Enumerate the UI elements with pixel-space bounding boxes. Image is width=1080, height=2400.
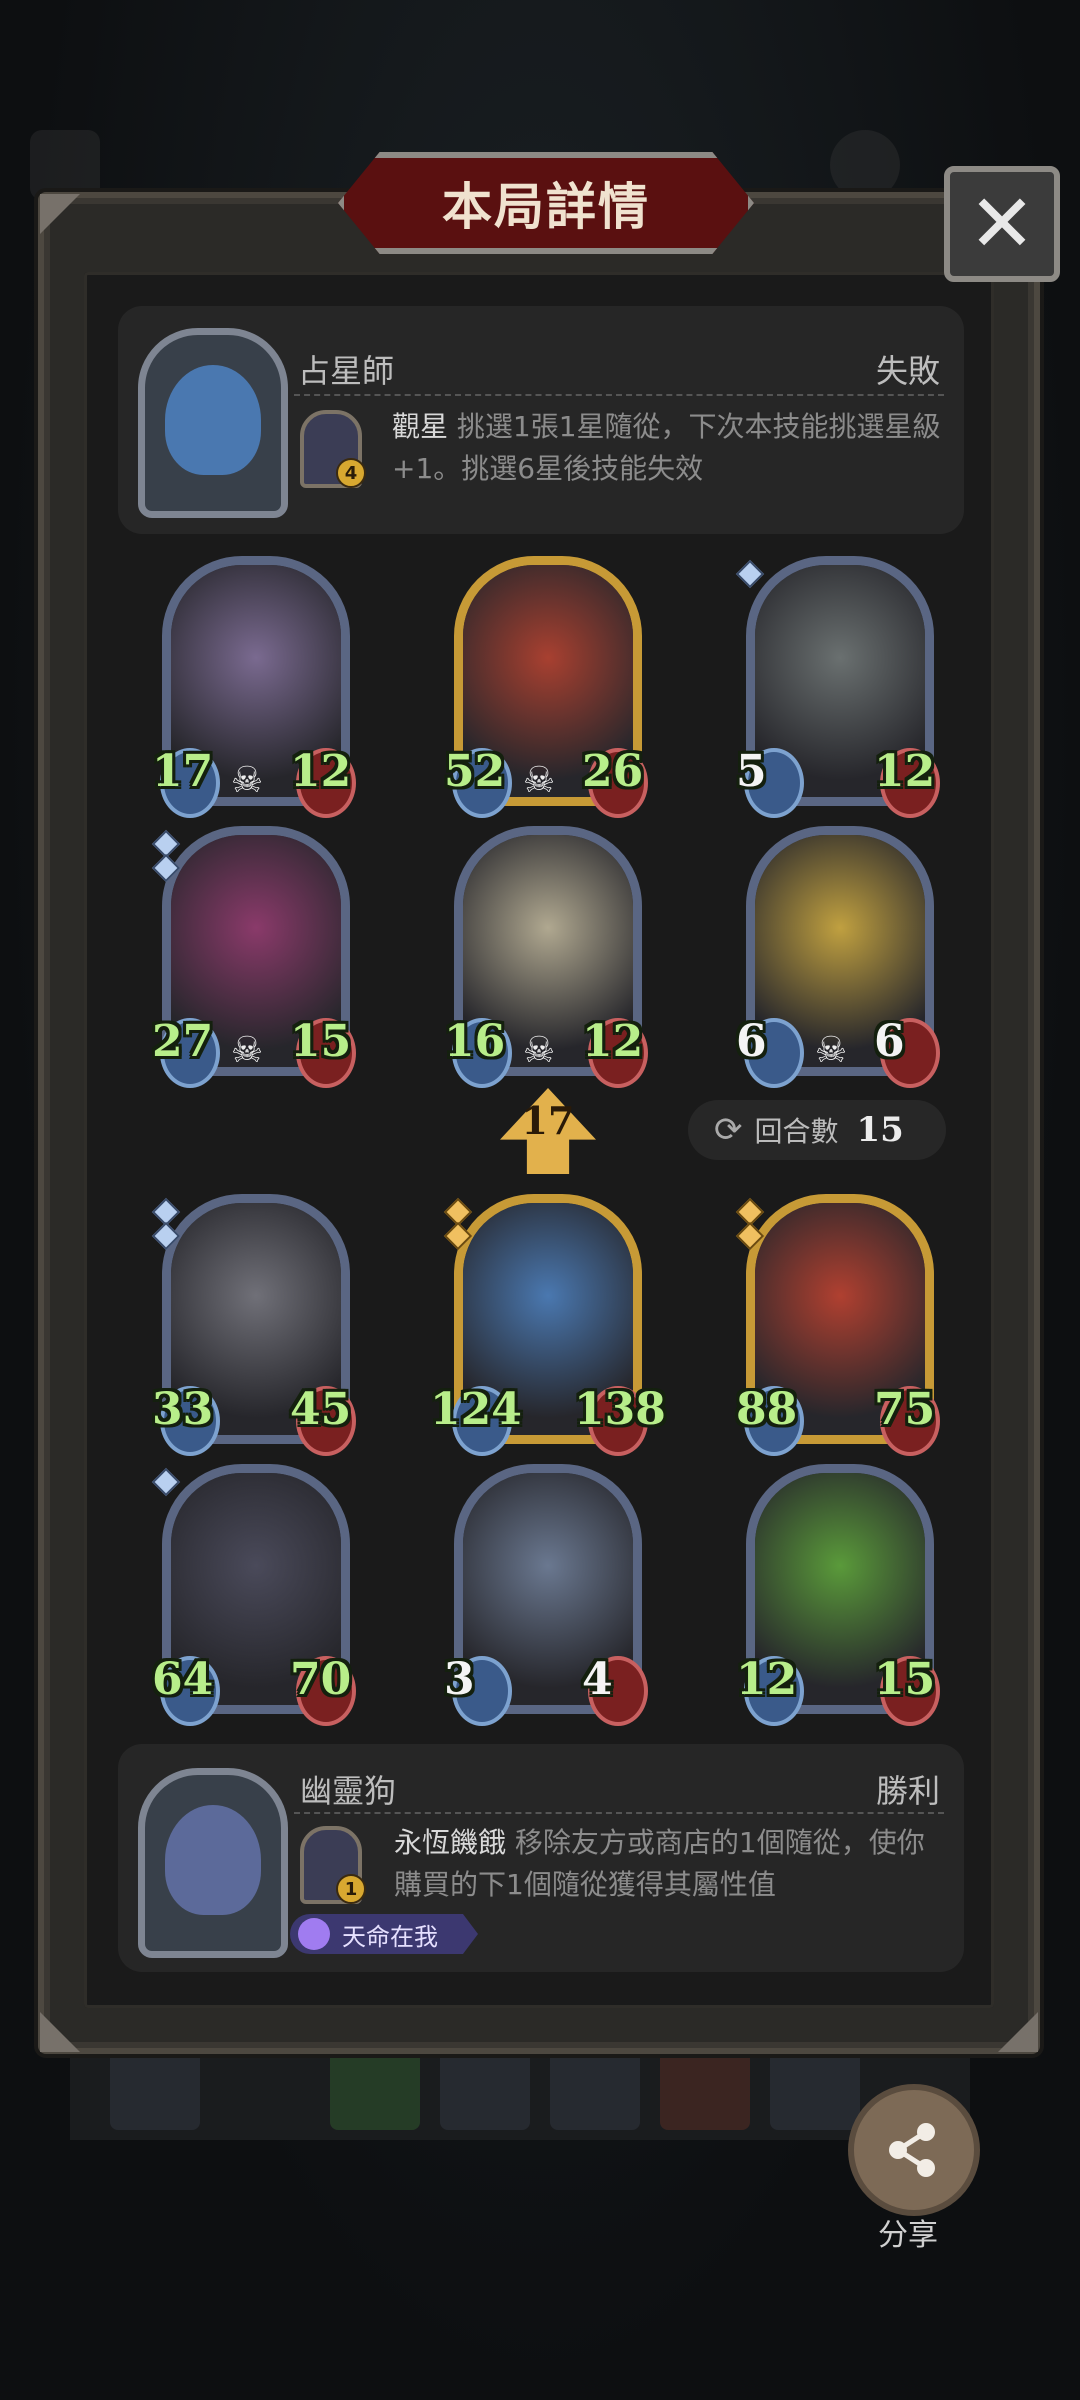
minion-health: 26 <box>582 746 644 797</box>
refresh-icon: ⟳ <box>714 1110 743 1150</box>
minion-attack: 5 <box>736 746 767 797</box>
minion-health: 12 <box>582 1016 644 1067</box>
star-gems <box>735 1197 765 1251</box>
minion-attack: 6 <box>736 1016 767 1067</box>
minion-attack: 124 <box>430 1384 522 1435</box>
opponent-hero-box: 占星師 失敗 4 觀星 挑選1張1星隨從，下次本技能挑選星級+1。挑選6星後技能… <box>118 306 964 534</box>
minion-health: 12 <box>290 746 352 797</box>
minion-health: 12 <box>874 746 936 797</box>
dialog-title: 本局詳情 <box>442 178 650 236</box>
minion-health: 70 <box>290 1654 352 1705</box>
ghost-dog-face <box>165 1805 261 1915</box>
close-button[interactable]: ✕ <box>944 166 1060 282</box>
player-hero-box: 幽靈狗 勝利 1 永恆饑餓 移除友方或商店的1個隨從，使你購買的下1個隨從獲得其… <box>118 1744 964 1972</box>
player-hero-name: 幽靈狗 <box>300 1772 397 1810</box>
minion-health: 138 <box>574 1384 666 1435</box>
panel-corner <box>998 2012 1038 2052</box>
fate-badge[interactable]: 天命在我 <box>290 1914 478 1954</box>
skull-icon: ☠ <box>814 1030 848 1071</box>
skull-icon: ☠ <box>230 760 264 801</box>
rounds-counter: ⟳ 回合數 15 <box>688 1100 946 1160</box>
skull-icon: ☠ <box>230 1030 264 1071</box>
star-gems <box>151 1467 181 1497</box>
minion-health: 15 <box>290 1016 352 1067</box>
minion-health: 4 <box>582 1654 613 1705</box>
minion-attack: 12 <box>736 1654 798 1705</box>
player-hero-result: 勝利 <box>875 1772 940 1810</box>
fate-gem-icon <box>298 1918 330 1950</box>
minion-attack: 88 <box>736 1384 798 1435</box>
player-skill-level: 1 <box>336 1874 366 1904</box>
minion-attack: 16 <box>444 1016 506 1067</box>
rounds-label: 回合數 <box>754 1115 839 1148</box>
background-board-strip <box>70 2040 970 2140</box>
minion-attack: 3 <box>444 1654 475 1705</box>
player-skill-name: 永恆饑餓 <box>394 1826 507 1859</box>
background-mini-card <box>330 2050 420 2130</box>
star-gem-icon <box>735 1221 765 1251</box>
opponent-skill-name: 觀星 <box>392 410 449 443</box>
skull-icon: ☠ <box>522 1030 556 1071</box>
opponent-skill-desc: 挑選1張1星隨從，下次本技能挑選星級+1。挑選6星後技能失效 <box>392 410 941 485</box>
minion-attack: 33 <box>152 1384 214 1435</box>
opponent-skill-level: 4 <box>336 458 366 488</box>
share-label: 分享 <box>878 2218 938 2253</box>
panel-corner <box>40 194 80 234</box>
skull-icon: ☠ <box>522 760 556 801</box>
star-gem-icon <box>151 1221 181 1251</box>
share-button[interactable] <box>848 2084 980 2216</box>
minion-attack: 27 <box>152 1016 214 1067</box>
panel-corner <box>40 2012 80 2052</box>
tavern-level: 17 <box>521 1098 575 1143</box>
opponent-skill-text: 觀星 挑選1張1星隨從，下次本技能挑選星級+1。挑選6星後技能失效 <box>392 406 948 490</box>
star-gems <box>735 559 765 589</box>
star-gems <box>443 1197 473 1251</box>
star-gem-icon <box>151 853 181 883</box>
fate-badge-label: 天命在我 <box>342 1922 438 1951</box>
minion-health: 15 <box>874 1654 936 1705</box>
background-mini-card <box>110 2050 200 2130</box>
close-icon: ✕ <box>968 177 1036 270</box>
title-banner: 本局詳情 <box>338 152 754 254</box>
minion-health: 45 <box>290 1384 352 1435</box>
rounds-value: 15 <box>856 1110 904 1150</box>
star-gems <box>151 829 181 883</box>
hero-divider <box>294 394 944 396</box>
star-gems <box>151 1197 181 1251</box>
opponent-hero-name: 占星師 <box>298 352 395 390</box>
star-gem-icon <box>443 1221 473 1251</box>
background-mini-card <box>550 2050 640 2130</box>
share-icon <box>889 2123 935 2177</box>
player-hero-portrait[interactable] <box>138 1768 288 1958</box>
background-gear-icon <box>830 130 900 200</box>
background-shop-icon <box>30 130 100 200</box>
star-gem-icon <box>151 1467 181 1497</box>
opponent-hero-result: 失敗 <box>875 352 940 390</box>
minion-health: 75 <box>874 1384 936 1435</box>
star-gem-icon <box>735 559 765 589</box>
minion-attack: 52 <box>444 746 506 797</box>
player-skill-text: 永恆饑餓 移除友方或商店的1個隨從，使你購買的下1個隨從獲得其屬性值 <box>394 1822 944 1906</box>
astrologer-face <box>165 365 261 475</box>
minion-attack: 17 <box>152 746 214 797</box>
opponent-hero-portrait[interactable] <box>138 328 288 518</box>
background-mini-card <box>660 2050 750 2130</box>
hero-divider <box>294 1812 944 1814</box>
minion-health: 6 <box>874 1016 905 1067</box>
background-mini-card <box>440 2050 530 2130</box>
minion-attack: 64 <box>152 1654 214 1705</box>
background-mini-card <box>770 2050 860 2130</box>
